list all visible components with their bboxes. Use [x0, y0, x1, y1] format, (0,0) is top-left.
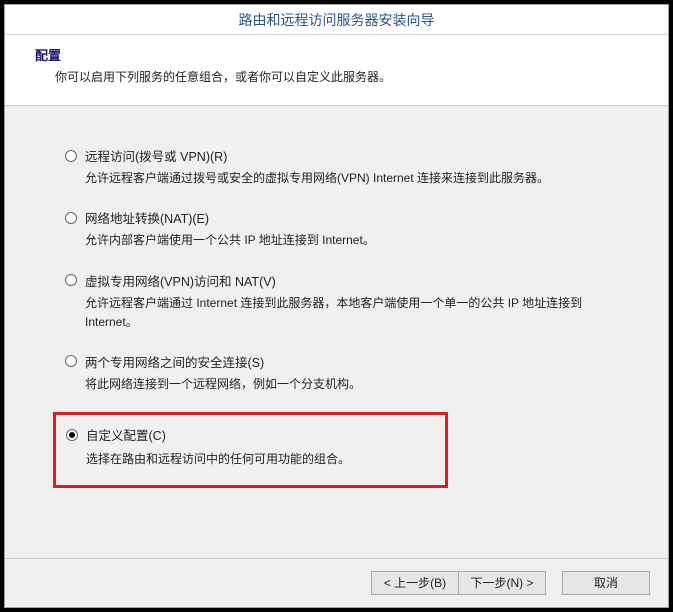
wizard-window: 路由和远程访问服务器安装向导 配置 你可以启用下列服务的任意组合，或者你可以自定…: [4, 4, 669, 608]
screenshot-frame: 路由和远程访问服务器安装向导 配置 你可以启用下列服务的任意组合，或者你可以自定…: [0, 0, 673, 612]
radio-icon[interactable]: [65, 274, 77, 286]
option-desc: 允许远程客户端通过拨号或安全的虚拟专用网络(VPN) Internet 连接来连…: [65, 169, 615, 188]
option-desc: 允许远程客户端通过 Internet 连接到此服务器，本地客户端使用一个单一的公…: [65, 294, 615, 332]
window-title: 路由和远程访问服务器安装向导: [239, 10, 435, 30]
radio-icon[interactable]: [65, 212, 77, 224]
option-label: 虚拟专用网络(VPN)访问和 NAT(V): [85, 271, 276, 290]
button-bar: < 上一步(B) 下一步(N) > 取消: [5, 559, 668, 607]
wizard-header: 配置 你可以启用下列服务的任意组合，或者你可以自定义此服务器。: [5, 35, 668, 106]
window-titlebar: 路由和远程访问服务器安装向导: [5, 5, 668, 35]
radio-icon[interactable]: [65, 355, 77, 367]
radio-icon[interactable]: [65, 150, 77, 162]
option-desc: 选择在路由和远程访问中的任何可用功能的组合。: [66, 450, 435, 469]
option-label: 自定义配置(C): [86, 425, 166, 444]
option-label: 两个专用网络之间的安全连接(S): [85, 352, 264, 371]
option-vpn-nat[interactable]: 虚拟专用网络(VPN)访问和 NAT(V) 允许远程客户端通过 Internet…: [65, 271, 638, 332]
selection-highlight: 自定义配置(C) 选择在路由和远程访问中的任何可用功能的组合。: [53, 412, 448, 488]
option-desc: 将此网络连接到一个远程网络，例如一个分支机构。: [65, 375, 615, 394]
page-title: 配置: [35, 45, 644, 64]
wizard-content: 远程访问(拨号或 VPN)(R) 允许远程客户端通过拨号或安全的虚拟专用网络(V…: [5, 106, 668, 558]
option-label: 远程访问(拨号或 VPN)(R): [85, 146, 227, 165]
option-remote-access[interactable]: 远程访问(拨号或 VPN)(R) 允许远程客户端通过拨号或安全的虚拟专用网络(V…: [65, 146, 638, 188]
option-custom[interactable]: 自定义配置(C) 选择在路由和远程访问中的任何可用功能的组合。: [66, 425, 435, 469]
radio-icon[interactable]: [66, 429, 78, 441]
page-subtitle: 你可以启用下列服务的任意组合，或者你可以自定义此服务器。: [35, 68, 644, 87]
cancel-button[interactable]: 取消: [562, 571, 650, 595]
next-button[interactable]: 下一步(N) >: [458, 571, 546, 595]
option-desc: 允许内部客户端使用一个公共 IP 地址连接到 Internet。: [65, 231, 615, 250]
option-label: 网络地址转换(NAT)(E): [85, 208, 209, 227]
option-secure-connection[interactable]: 两个专用网络之间的安全连接(S) 将此网络连接到一个远程网络，例如一个分支机构。: [65, 352, 638, 394]
option-nat[interactable]: 网络地址转换(NAT)(E) 允许内部客户端使用一个公共 IP 地址连接到 In…: [65, 208, 638, 250]
back-button[interactable]: < 上一步(B): [371, 571, 459, 595]
